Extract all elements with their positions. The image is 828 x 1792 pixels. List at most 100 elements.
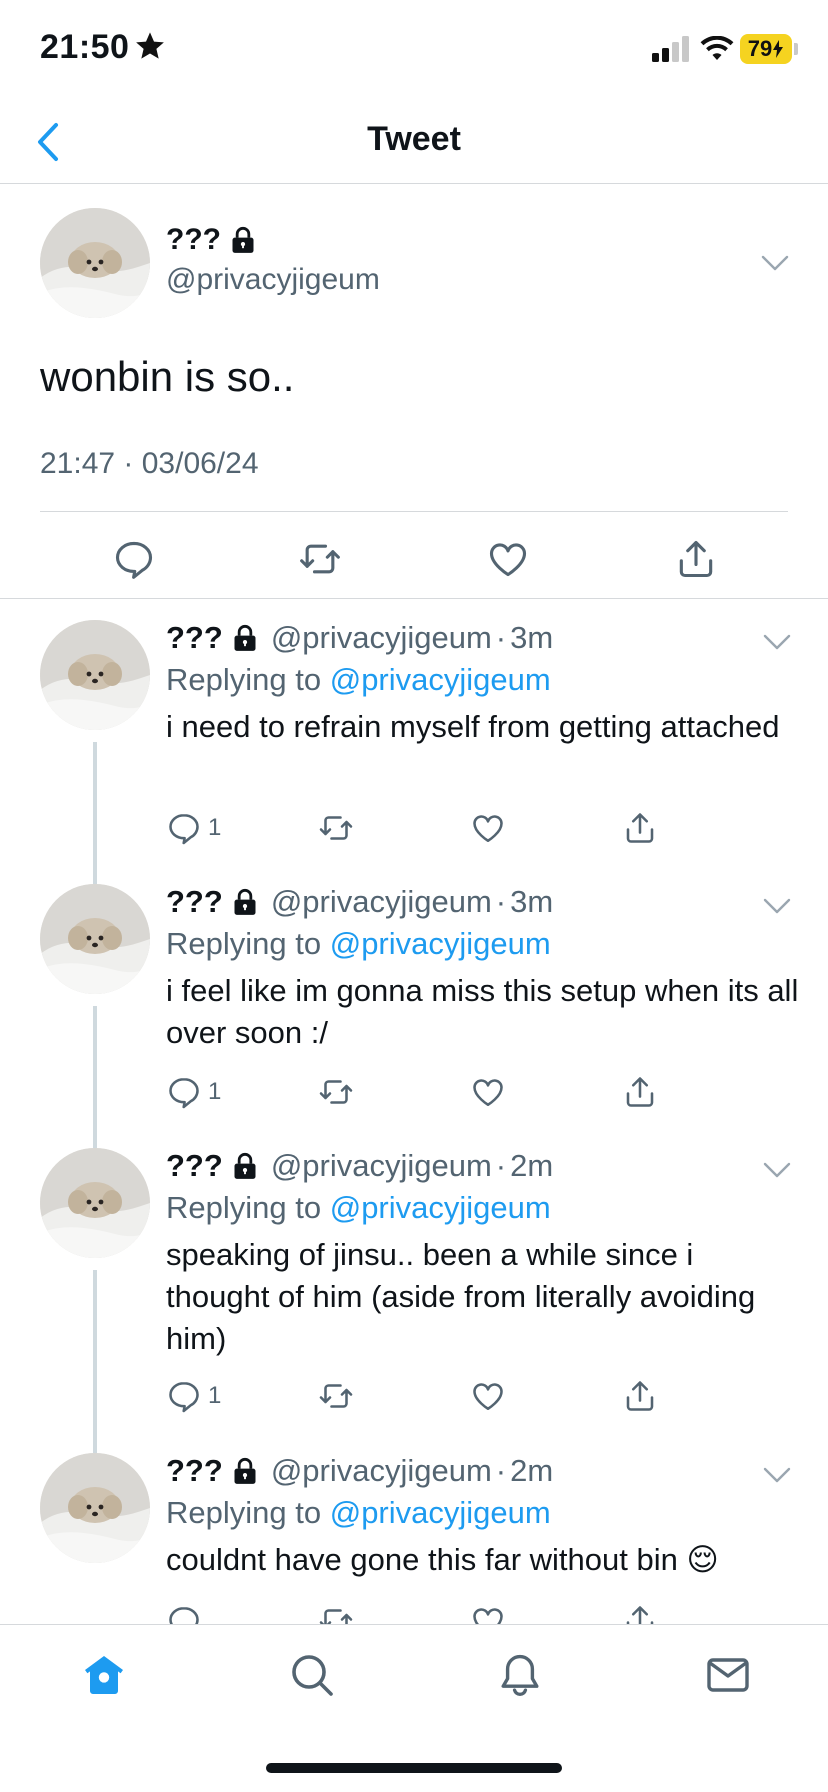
reply-button[interactable]: 1 (166, 808, 221, 848)
like-button[interactable] (470, 1376, 506, 1416)
home-icon[interactable] (80, 1651, 128, 1699)
lock-icon (234, 888, 256, 915)
retweet-button[interactable] (318, 1072, 354, 1112)
reply-tweet[interactable]: ??? @privacyjigeum · 3m Replying to @pri… (0, 864, 828, 1148)
author-name: ??? (166, 620, 223, 655)
mail-icon[interactable] (704, 1651, 752, 1699)
avatar[interactable] (40, 1148, 150, 1258)
avatar-puppy-image (40, 208, 150, 318)
author-name: ??? (166, 1453, 223, 1488)
search-icon[interactable] (288, 1651, 336, 1699)
reply-tweet[interactable]: ??? @privacyjigeum · 3m Replying to @pri… (0, 600, 828, 884)
replying-to-label: Replying to (166, 1495, 322, 1530)
author-handle[interactable]: @privacyjigeum (271, 620, 492, 656)
cellular-signal-icon (652, 36, 689, 62)
main-tweet: ??? @privacyjigeum wonbin is so.. 21:47 … (0, 185, 828, 599)
share-icon (626, 813, 654, 843)
author-handle[interactable]: @privacyjigeum (271, 1148, 492, 1184)
author-name: ??? (166, 223, 221, 256)
chevron-down-icon[interactable] (760, 253, 790, 273)
replying-to: Replying to @privacyjigeum (166, 926, 551, 962)
avatar[interactable] (40, 1453, 150, 1563)
reply-text: speaking of jinsu.. been a while since i… (166, 1237, 756, 1356)
bell-icon[interactable] (496, 1651, 544, 1699)
chevron-down-icon[interactable] (762, 1465, 792, 1485)
lock-icon (234, 624, 256, 651)
like-icon (473, 1383, 503, 1411)
reply-tweet[interactable]: ??? @privacyjigeum · 2m Replying to @pri… (0, 1433, 828, 1638)
status-time: 21:50 (40, 28, 130, 66)
avatar-puppy-image (40, 884, 150, 994)
avatar[interactable] (40, 620, 150, 730)
replying-to-mention[interactable]: @privacyjigeum (330, 662, 551, 697)
reply-header: ??? @privacyjigeum · 3m (166, 884, 553, 920)
bottom-tab-bar (0, 1624, 828, 1792)
reply-actions: 1 (166, 808, 686, 852)
chevron-down-icon[interactable] (762, 896, 792, 916)
share-button[interactable] (622, 1376, 658, 1416)
reply-text: couldnt have gone this far without bin 😌 (166, 1542, 719, 1577)
replying-to-label: Replying to (166, 1190, 322, 1225)
chevron-down-icon[interactable] (762, 632, 792, 652)
separator-dot: · (495, 1453, 507, 1488)
thread-line (93, 1006, 97, 1148)
avatar-puppy-image (40, 1453, 150, 1563)
status-bar: 21:50 79 (0, 0, 828, 100)
avatar[interactable] (40, 208, 150, 318)
reply-button[interactable]: 1 (166, 1072, 221, 1112)
reply-icon (169, 1381, 199, 1413)
lock-icon (234, 1152, 256, 1179)
like-button[interactable] (470, 808, 506, 848)
like-icon (473, 815, 503, 843)
share-button[interactable] (622, 1072, 658, 1112)
like-icon (473, 1079, 503, 1107)
author-handle[interactable]: @privacyjigeum (271, 1453, 492, 1489)
share-icon (626, 1381, 654, 1411)
reply-age: 3m (510, 884, 554, 919)
thread-line (93, 1270, 97, 1453)
replying-to-label: Replying to (166, 926, 322, 961)
replying-to-mention[interactable]: @privacyjigeum (330, 1495, 551, 1530)
like-icon[interactable] (486, 537, 530, 581)
reply-icon (169, 1077, 199, 1109)
author-handle[interactable]: @privacyjigeum (271, 884, 492, 920)
author-name: ??? (166, 1148, 223, 1183)
retweet-button[interactable] (318, 808, 354, 848)
share-icon[interactable] (674, 537, 718, 581)
reply-button[interactable]: 1 (166, 1376, 221, 1416)
chevron-down-icon[interactable] (762, 1160, 792, 1180)
reply-count: 1 (208, 1078, 222, 1105)
separator-dot: · (495, 1148, 507, 1183)
share-button[interactable] (622, 808, 658, 848)
divider (40, 511, 788, 512)
replying-to-mention[interactable]: @privacyjigeum (330, 926, 551, 961)
reply-header: ??? @privacyjigeum · 2m (166, 1148, 553, 1184)
author-handle[interactable]: @privacyjigeum (166, 263, 380, 297)
reply-actions: 1 (166, 1376, 686, 1420)
tweet-text: wonbin is so.. (40, 353, 295, 400)
nav-bar: Tweet (0, 100, 828, 184)
thread-line (93, 742, 97, 884)
retweet-icon (319, 1080, 353, 1104)
retweet-icon[interactable] (298, 537, 342, 581)
avatar[interactable] (40, 884, 150, 994)
replying-to-mention[interactable]: @privacyjigeum (330, 1190, 551, 1225)
replying-to: Replying to @privacyjigeum (166, 662, 551, 698)
retweet-icon (319, 1384, 353, 1408)
retweet-button[interactable] (318, 1376, 354, 1416)
reply-text: i need to refrain myself from getting at… (166, 709, 780, 744)
reply-count: 1 (208, 814, 222, 841)
separator-dot: · (495, 620, 507, 655)
retweet-icon (319, 816, 353, 840)
wifi-icon (700, 36, 734, 60)
page-title: Tweet (367, 120, 461, 158)
like-button[interactable] (470, 1072, 506, 1112)
reply-actions: 1 (166, 1072, 686, 1116)
reply-age: 2m (510, 1453, 554, 1488)
author-name: ??? (166, 884, 223, 919)
lock-icon (232, 226, 254, 253)
home-indicator[interactable] (266, 1763, 562, 1773)
reply-icon (169, 813, 199, 845)
reply-tweet[interactable]: ??? @privacyjigeum · 2m Replying to @pri… (0, 1128, 828, 1453)
reply-icon[interactable] (112, 537, 156, 581)
